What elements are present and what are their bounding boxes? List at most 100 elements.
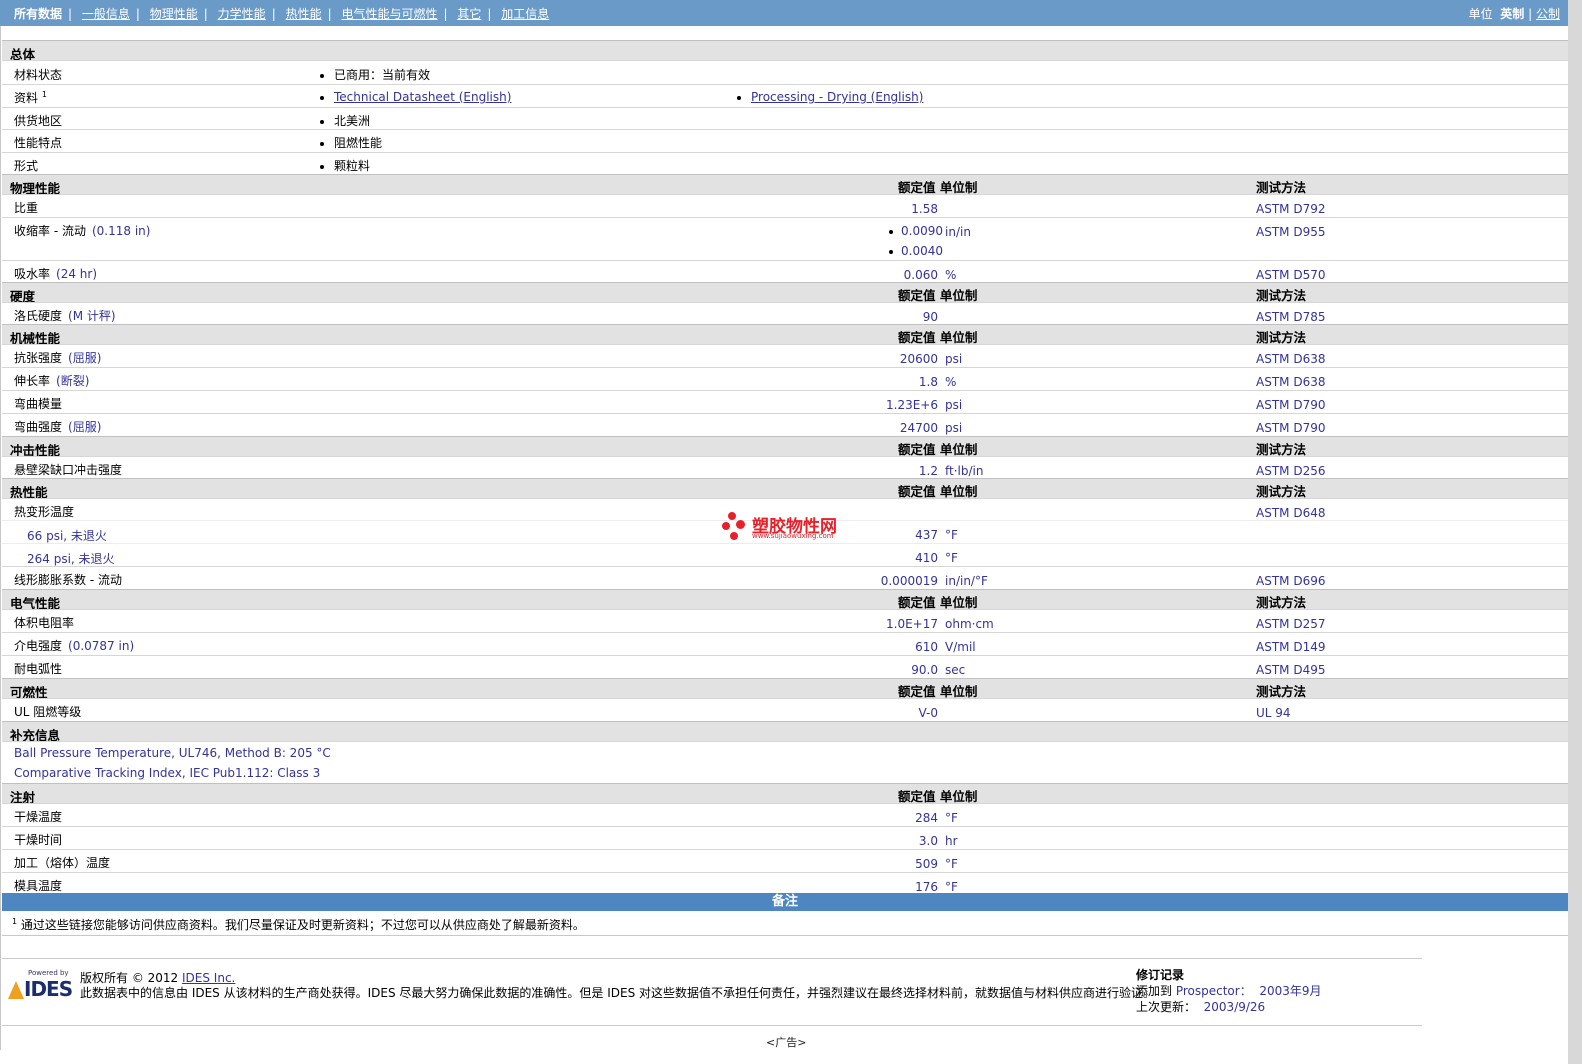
units-metric[interactable]: 公制 [1536,7,1560,21]
property-row: 干燥时间 3.0 hr [2,826,1568,849]
nav-processing[interactable]: 加工信息 [501,7,549,21]
property-value: 1.8 [918,375,938,389]
property-unit: °F [945,880,958,894]
property-row: 模具温度 176 °F [2,872,1568,894]
footer: Powered by IDES 版权所有 © 2012 IDES Inc. 此数… [2,958,1422,1026]
test-method: ASTM D638 [1256,375,1326,389]
row-label: 供货地区 [14,114,63,128]
property-label: 热变形温度 [14,505,75,519]
unit-switcher: 单位 英制 | 公制 [1468,7,1560,21]
property-unit: in/in/°F [945,574,988,588]
property-row: 悬壁梁缺口冲击强度 1.2 ft·lb/in ASTM D256 [2,456,1568,478]
property-value: 1.0E+17 [886,617,938,631]
property-label: 抗张强度 (屈服) [14,351,102,365]
nav-general-info[interactable]: 一般信息 [82,7,130,21]
property-unit: psi [945,352,963,366]
general-row: 材料状态 已商用：当前有效 [2,60,1568,84]
row-label: 资料 1 [14,90,47,105]
sub-condition: 264 psi, 未退火 [27,552,115,566]
test-method: UL 94 [1256,706,1291,720]
bullet-item: 已商用：当前有效 [320,66,430,83]
nav-electrical-flammability[interactable]: 电气性能与可燃性 [341,7,437,21]
test-method: ASTM D149 [1256,640,1326,654]
category-nav: 所有数据 | 一般信息 | 物理性能 | 力学性能 | 热性能 | 电气性能与可燃性 | 其… [14,7,550,21]
property-value: 90 [922,310,938,324]
disclaimer: 此数据表中的信息由 IDES 从该材料的生产商处获得。IDES 尽最大努力确保此… [80,986,1156,1000]
section-header-electrical: 电气性能 额定值 单位制 测试方法 [2,589,1568,611]
ides-logo: Powered by IDES [8,969,73,1001]
property-row: 耐电弧性 90.0 sec ASTM D495 [2,655,1568,678]
property-value: 176 [915,880,938,894]
bullet-item: 颗粒料 [320,157,370,174]
nav-mechanical[interactable]: 力学性能 [218,7,266,21]
property-label: 洛氏硬度 (M 计秤) [14,309,116,323]
property-value: 3.0 [918,834,938,848]
property-label: 弯曲强度 (屈服) [14,420,102,434]
test-method: ASTM D955 [1256,225,1326,239]
section-header-general: 总体 [2,40,1568,62]
section-header-flammability: 可燃性 额定值 单位制 测试方法 [2,678,1568,700]
bullet-value: 0.0040 [889,244,943,258]
ides-link[interactable]: IDES Inc. [182,971,235,985]
test-method: ASTM D256 [1256,464,1326,478]
property-value: 610 [915,640,938,654]
property-label: 伸长率 (断裂) [14,374,90,388]
property-unit: ohm·cm [945,617,994,631]
property-unit: °F [945,551,958,565]
bullet-item: Technical Datasheet (English) [320,90,511,104]
bullet-item: Processing - Drying (English) [737,90,923,104]
property-label: 吸水率 (24 hr) [14,267,98,281]
property-value: 1.23E+6 [886,398,938,412]
supplemental-line: Ball Pressure Temperature, UL746, Method… [14,746,331,760]
test-method: ASTM D785 [1256,310,1326,324]
property-value: 1.58 [911,202,938,216]
property-value: 0.060 [903,268,938,282]
advertisement-label: <广告> [766,1036,807,1049]
remarks-header: 备注 [2,893,1568,911]
test-method: ASTM D648 [1256,506,1326,520]
test-method: ASTM D638 [1256,352,1326,366]
watermark-logo: 塑胶物性网 www.sujiaowuxing.com [722,510,862,544]
nav-all-data[interactable]: 所有数据 [14,7,62,21]
property-label: UL 阻燃等级 [14,705,82,719]
property-label: 收缩率 - 流动 (0.118 in) [14,224,151,238]
property-unit: hr [945,834,958,848]
revision-history: 修订记录 添加到 Prospector： 2003年9月 上次更新： 2003/… [1136,968,1322,1014]
property-unit: in/in [945,225,971,239]
top-nav-bar: 所有数据 | 一般信息 | 物理性能 | 力学性能 | 热性能 | 电气性能与可燃性 | 其… [0,0,1568,26]
test-method: ASTM D570 [1256,268,1326,282]
nav-other[interactable]: 其它 [457,7,481,21]
processing-drying-link[interactable]: Processing - Drying (English) [751,90,923,104]
property-unit: psi [945,421,963,435]
property-value: 20600 [899,352,938,366]
property-value: V-0 [918,706,938,720]
property-row: 干燥温度 284 °F [2,803,1568,826]
row-label: 性能特点 [14,136,63,150]
property-unit: % [945,268,957,282]
section-header-impact: 冲击性能 额定值 单位制 测试方法 [2,436,1568,458]
divider [2,935,1568,936]
remarks-note: 1 通过这些链接您能够访问供应商资料。我们尽量保证及时更新资料；不过您可以从供应… [12,917,585,932]
technical-datasheet-link[interactable]: Technical Datasheet (English) [334,90,511,104]
supplemental-line: Comparative Tracking Index, IEC Pub1.112… [14,766,321,780]
test-method: ASTM D257 [1256,617,1326,631]
property-row: 加工（熔体）温度 509 °F [2,849,1568,872]
row-label: 材料状态 [14,68,63,82]
property-row: 比重 1.58 ASTM D792 [2,194,1568,217]
property-unit: °F [945,811,958,825]
property-row: 吸水率 (24 hr) 0.060 % ASTM D570 [2,260,1568,282]
section-header-injection: 注射 额定值 单位制 [2,783,1568,805]
property-row: 介电强度 (0.0787 in) 610 V/mil ASTM D149 [2,632,1568,655]
property-unit: ft·lb/in [945,464,984,478]
property-row: 弯曲模量 1.23E+6 psi ASTM D790 [2,390,1568,413]
nav-physical[interactable]: 物理性能 [150,7,198,21]
nav-thermal[interactable]: 热性能 [286,7,322,21]
general-row: 性能特点 阻燃性能 [2,129,1568,152]
property-value: 24700 [899,421,938,435]
property-value: 509 [915,857,938,871]
units-english[interactable]: 英制 [1500,7,1524,21]
test-method: ASTM D792 [1256,202,1326,216]
property-unit: sec [945,663,966,677]
scrollbar-track[interactable] [1568,0,1582,1064]
general-row: 形式 颗粒料 [2,152,1568,174]
